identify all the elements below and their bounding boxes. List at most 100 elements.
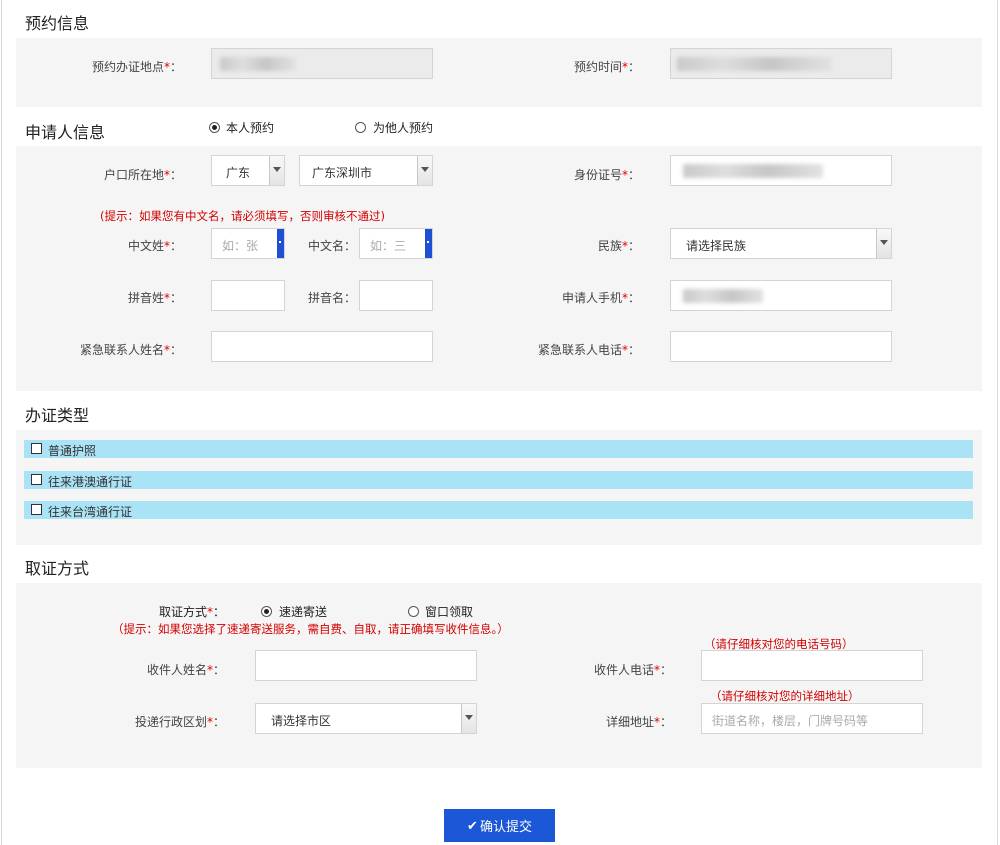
recipient-name-label: 收件人姓名*： <box>100 661 225 678</box>
address-label: 详细地址*： <box>560 713 672 730</box>
doc-type-row[interactable]: 往来港澳通行证 <box>24 471 973 489</box>
recipient-phone-label-text: 收件人电话 <box>593 663 654 677</box>
section-title-applicant: 申请人信息 <box>25 123 106 142</box>
address-placeholder: 街道名称，楼层，门牌号码等 <box>712 714 869 728</box>
recipient-phone-label: 收件人电话*： <box>560 661 672 678</box>
doc-type-label: 往来台湾通行证 <box>48 505 133 519</box>
radio-other-label: 为他人预约 <box>373 121 434 135</box>
colon: ： <box>169 343 182 357</box>
ethnic-label-text: 民族 <box>597 239 622 253</box>
checkbox[interactable] <box>31 474 42 485</box>
checkbox[interactable] <box>31 443 42 454</box>
radio-other[interactable] <box>355 122 366 133</box>
location-label: 预约办证地点*： <box>60 58 182 75</box>
colon: ： <box>627 291 640 305</box>
doc-type-row[interactable]: 普通护照 <box>24 440 973 458</box>
province-select[interactable]: 广东 <box>211 155 285 186</box>
district-select[interactable]: 请选择市区 <box>255 703 477 734</box>
redacted-value <box>683 289 763 303</box>
radio-window[interactable] <box>408 606 419 617</box>
colon: ： <box>212 605 225 619</box>
section-title-pickup: 取证方式 <box>25 559 90 578</box>
emergency-phone-label-text: 紧急联系人电话 <box>537 343 622 357</box>
radio-express-label: 速递寄送 <box>279 605 328 619</box>
radio-self[interactable] <box>209 122 220 133</box>
colon: ： <box>659 663 672 677</box>
colon: ： <box>169 291 182 305</box>
phone-label: 申请人手机*： <box>520 289 640 306</box>
colon: ： <box>627 239 640 253</box>
colon: ： <box>627 168 640 182</box>
colon: ： <box>169 168 182 182</box>
phone-label-text: 申请人手机 <box>561 291 622 305</box>
colon: ： <box>343 239 356 253</box>
chinese-name-hint: (提示：如果您有中文名，请必须填写，否则审核不通过) <box>100 209 385 223</box>
cn-name-label: 中文名： <box>290 237 356 254</box>
py-name-input[interactable] <box>359 280 433 311</box>
cn-surname-label: 中文姓*： <box>100 237 182 254</box>
colon: ： <box>169 60 182 74</box>
pickup-method-label: 取证方式*： <box>120 603 225 620</box>
emergency-name-input[interactable] <box>211 331 433 362</box>
section-title-appointment: 预约信息 <box>25 14 90 33</box>
redacted-value <box>220 57 296 71</box>
colon: ： <box>212 663 225 677</box>
input-addon-icon <box>425 229 432 258</box>
emergency-name-label: 紧急联系人姓名*： <box>40 341 182 358</box>
location-field[interactable] <box>211 48 433 79</box>
radio-express[interactable] <box>261 606 272 617</box>
submit-label: 确认提交 <box>479 819 532 834</box>
hukou-label: 户口所在地*： <box>60 166 182 183</box>
py-surname-label-text: 拼音姓 <box>127 291 164 305</box>
colon: ： <box>659 715 672 729</box>
radio-window-label: 窗口领取 <box>425 605 474 619</box>
submit-button[interactable]: ✔ 确认提交 <box>444 809 555 842</box>
redacted-value <box>683 164 823 178</box>
cn-surname-input[interactable]: 如：张 <box>211 228 285 259</box>
checkbox[interactable] <box>31 504 42 515</box>
colon: ： <box>627 60 640 74</box>
city-select[interactable]: 广东深圳市 <box>299 155 433 186</box>
chevron-down-icon <box>417 156 432 185</box>
address-input[interactable]: 街道名称，楼层，门牌号码等 <box>701 703 923 734</box>
recipient-name-input[interactable] <box>255 650 477 681</box>
colon: ： <box>627 343 640 357</box>
city-value: 广东深圳市 <box>312 166 373 180</box>
pickup-method-label-text: 取证方式 <box>158 605 207 619</box>
recipient-phone-input[interactable] <box>701 650 923 681</box>
district-value: 请选择市区 <box>271 714 332 728</box>
colon: ： <box>343 291 356 305</box>
cn-name-label-text: 中文名 <box>307 239 344 253</box>
time-field[interactable] <box>670 48 892 79</box>
check-icon: ✔ <box>467 817 478 833</box>
location-label-text: 预约办证地点 <box>91 60 164 74</box>
recipient-name-label-text: 收件人姓名 <box>146 663 207 677</box>
cn-name-input[interactable]: 如：三 <box>359 228 433 259</box>
radio-self-label: 本人预约 <box>226 121 275 135</box>
province-value: 广东 <box>226 166 251 180</box>
cn-name-placeholder: 如：三 <box>370 239 407 253</box>
ethnic-select[interactable]: 请选择民族 <box>670 228 892 259</box>
py-name-label-text: 拼音名 <box>307 291 344 305</box>
chevron-down-icon <box>461 704 476 733</box>
py-name-label: 拼音名： <box>290 289 356 306</box>
time-label-text: 预约时间 <box>573 60 622 74</box>
time-label: 预约时间*： <box>540 58 640 75</box>
address-label-text: 详细地址 <box>605 715 654 729</box>
cn-surname-label-text: 中文姓 <box>127 239 164 253</box>
id-label-text: 身份证号 <box>573 168 622 182</box>
address-check-hint: （请仔细核对您的详细地址） <box>710 689 860 703</box>
hukou-label-text: 户口所在地 <box>103 168 164 182</box>
id-field[interactable] <box>670 155 892 186</box>
doc-type-label: 普通护照 <box>48 444 97 458</box>
doc-type-row[interactable]: 往来台湾通行证 <box>24 501 973 519</box>
phone-field[interactable] <box>670 280 892 311</box>
emergency-phone-label: 紧急联系人电话*： <box>500 341 640 358</box>
redacted-value <box>677 57 832 71</box>
py-surname-input[interactable] <box>211 280 285 311</box>
ethnic-value: 请选择民族 <box>686 239 747 253</box>
cn-surname-placeholder: 如：张 <box>222 239 259 253</box>
emergency-phone-input[interactable] <box>670 331 892 362</box>
express-hint: （提示：如果您选择了速递寄送服务，需自费、自取，请正确填写收件信息。） <box>112 622 509 636</box>
id-label: 身份证号*： <box>540 166 640 183</box>
